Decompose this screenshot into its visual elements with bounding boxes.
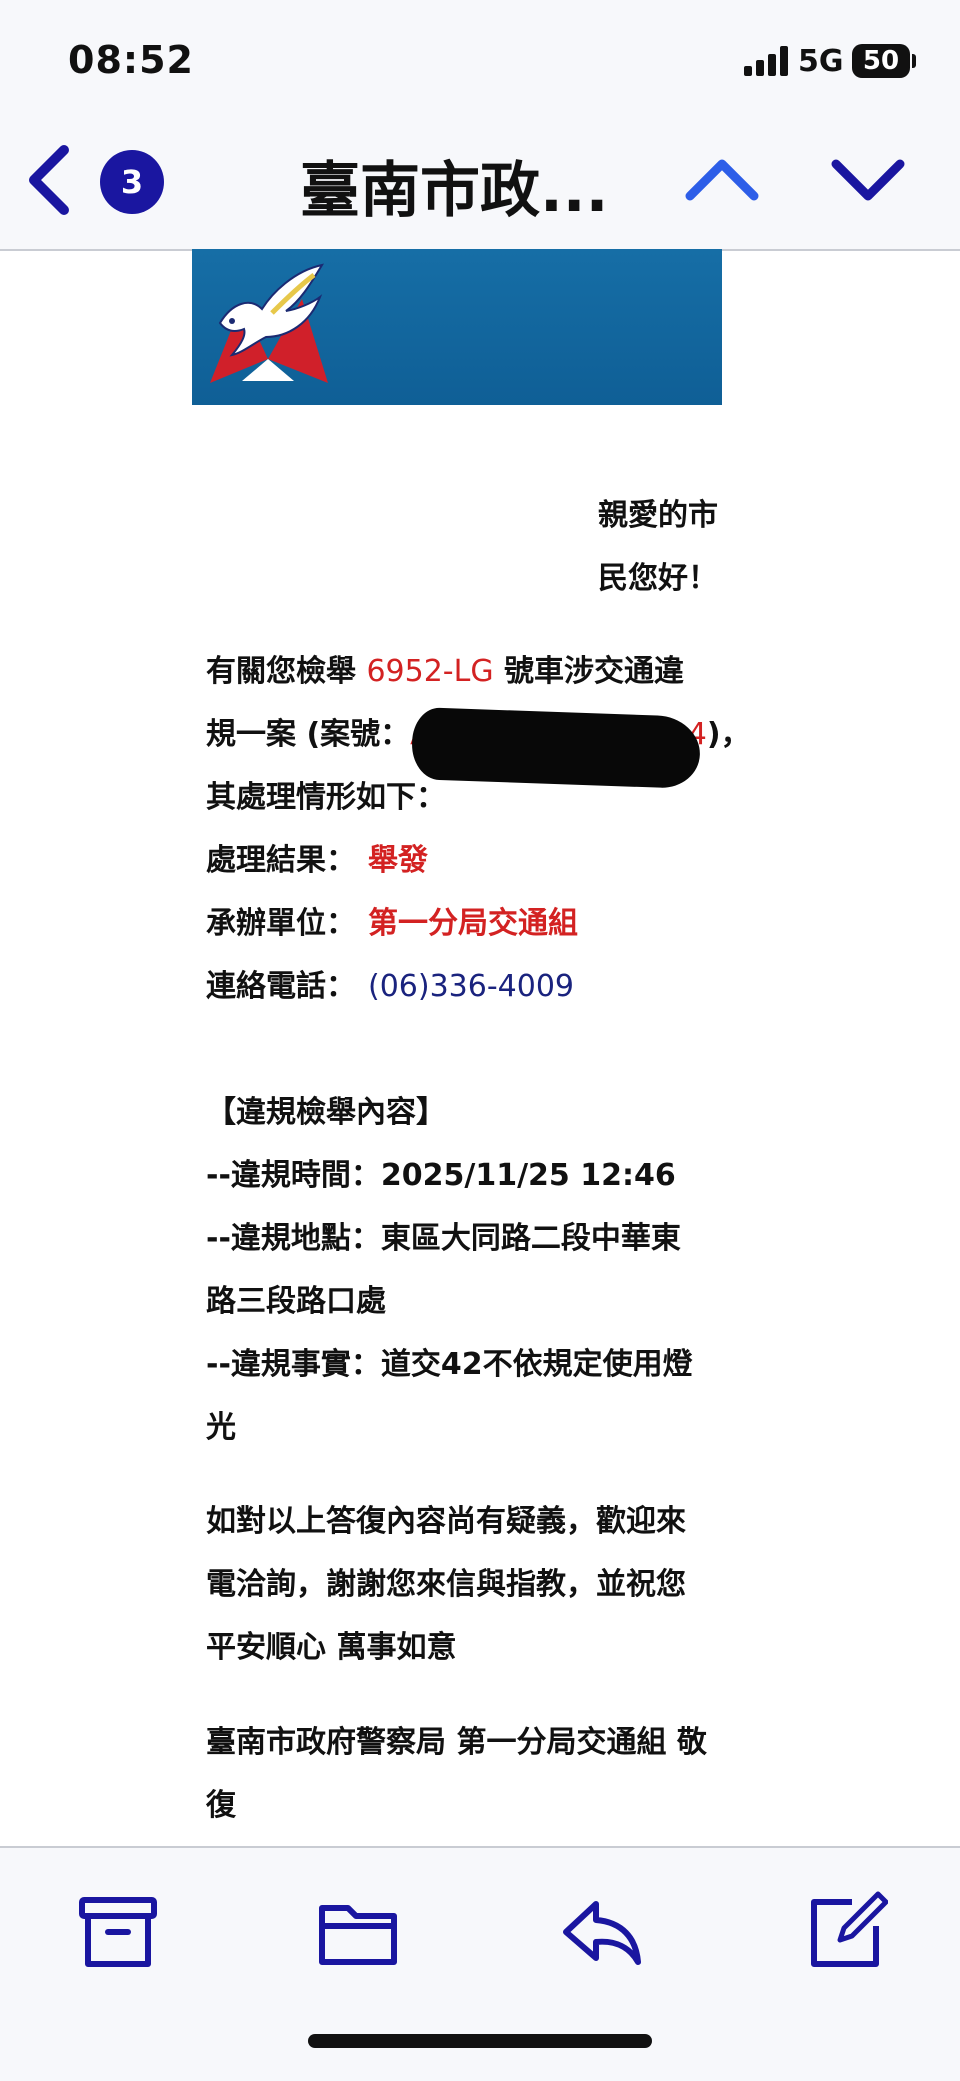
compose-icon[interactable] [804, 1890, 888, 1974]
page-title: 臺南市政... [300, 156, 609, 226]
unread-count-badge[interactable]: 3 [100, 150, 164, 214]
chevron-left-icon[interactable] [22, 142, 76, 218]
police-dove-logo [210, 263, 328, 383]
report-line-1: 有關您檢舉 6952-LG 號車涉交通違 [206, 652, 684, 692]
network-type: 5G [798, 44, 844, 79]
greeting-line-1: 親愛的市 [598, 498, 718, 533]
phone-label: 連絡電話： [206, 969, 356, 1004]
report-prefix: 有關您檢舉 [206, 654, 367, 689]
phone-link[interactable]: (06)336-4009 [368, 969, 574, 1004]
result-value: 舉發 [368, 843, 428, 878]
case-close: )， [706, 717, 751, 752]
closing-line-1: 如對以上答復內容尚有疑義，歡迎來 [206, 1504, 686, 1539]
section-title: 【違規檢舉內容】 [206, 1095, 446, 1130]
violation-fact-line-1: --違規事實：道交42不依規定使用燈 [206, 1347, 693, 1382]
signature-line-2: 復 [206, 1788, 236, 1823]
folder-icon[interactable] [316, 1890, 400, 1974]
phone-row: 連絡電話： (06)336-4009 [206, 967, 574, 1007]
reply-icon[interactable] [560, 1890, 644, 1974]
greeting-line-2: 民您好！ [598, 561, 718, 596]
unit-label: 承辦單位： [206, 906, 356, 941]
report-suffix: 號車涉交通違 [493, 654, 685, 689]
signature-line-1: 臺南市政府警察局 第一分局交通組 敬 [206, 1725, 707, 1760]
closing-line-2: 電洽詢，謝謝您來信與指教，並祝您 [206, 1567, 686, 1602]
case-prefix: 規一案 (案號： [206, 717, 411, 752]
unit-value: 第一分局交通組 [368, 906, 578, 941]
result-label: 處理結果： [206, 843, 356, 878]
archive-icon[interactable] [76, 1890, 160, 1974]
unit-row: 承辦單位： 第一分局交通組 [206, 904, 578, 944]
violation-location-line-2: 路三段路口處 [206, 1284, 386, 1319]
report-line-3: 其處理情形如下： [206, 780, 446, 815]
violation-location-line-1: --違規地點：東區大同路二段中華東 [206, 1221, 681, 1256]
chevron-down-icon[interactable] [830, 152, 906, 208]
violation-fact-line-2: 光 [206, 1410, 236, 1445]
nav-bar: 3 臺南市政... [0, 112, 960, 251]
email-banner [192, 249, 722, 405]
case-number-redaction [410, 706, 702, 790]
result-row: 處理結果： 舉發 [206, 841, 428, 881]
license-plate: 6952-LG [366, 654, 494, 689]
battery-icon: 50 [852, 44, 910, 78]
violation-time: --違規時間：2025/11/25 12:46 [206, 1158, 676, 1193]
home-indicator [308, 2034, 652, 2048]
battery-tip [912, 54, 916, 68]
status-bar: 08:52 5G 50 [0, 0, 960, 112]
cellular-signal-icon [744, 46, 788, 76]
closing-line-3: 平安順心 萬事如意 [206, 1630, 457, 1665]
clock: 08:52 [68, 38, 194, 82]
chevron-up-icon[interactable] [684, 152, 760, 208]
